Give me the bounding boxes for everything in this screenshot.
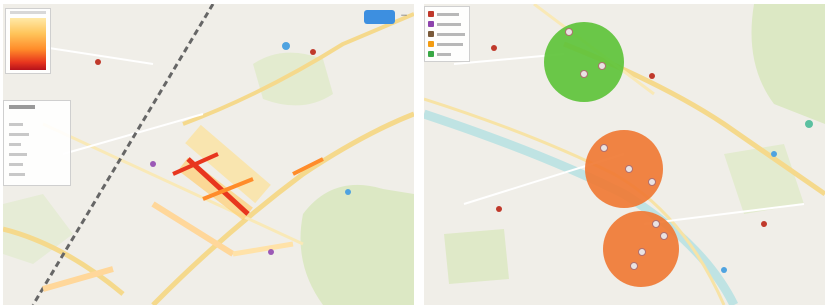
cluster-circle[interactable] (585, 130, 663, 208)
cluster-circle[interactable] (544, 22, 624, 102)
legend-swatch (428, 11, 434, 17)
heatmap-color-ramp (10, 18, 46, 70)
heatmap-panel[interactable]: − (3, 4, 414, 305)
layer-list-item[interactable] (9, 163, 23, 166)
legend-swatch (428, 31, 434, 37)
location-pin-icon[interactable] (660, 232, 668, 240)
poi-marker (761, 221, 767, 227)
heatmap-legend (5, 8, 51, 74)
layer-list-item[interactable] (9, 133, 29, 136)
location-pin-icon[interactable] (630, 262, 638, 270)
poi-marker (310, 49, 316, 55)
poi-marker (345, 189, 351, 195)
legend-label (437, 53, 451, 56)
location-pin-icon[interactable] (648, 178, 656, 186)
layer-list-header (9, 105, 35, 109)
legend-label (437, 43, 463, 46)
poi-marker (491, 45, 497, 51)
poi-marker (268, 249, 274, 255)
layer-list-item[interactable] (9, 123, 23, 126)
road (62, 113, 204, 155)
location-pin-icon[interactable] (565, 28, 573, 36)
poi-marker (282, 42, 290, 50)
legend-label (437, 13, 459, 16)
layer-list-item[interactable] (9, 143, 21, 146)
legend-swatch (428, 41, 434, 47)
legend-label (437, 33, 465, 36)
location-pin-icon[interactable] (625, 165, 633, 173)
road (643, 203, 805, 225)
park-area (300, 184, 414, 305)
poi-marker (649, 73, 655, 79)
cluster-map-canvas[interactable] (424, 4, 825, 305)
location-pin-icon[interactable] (580, 70, 588, 78)
legend-swatch (428, 51, 434, 57)
poi-marker (721, 267, 727, 273)
location-pin-icon[interactable] (600, 144, 608, 152)
poi-marker (95, 59, 101, 65)
zoom-out-icon[interactable]: − (398, 10, 410, 22)
poi-marker (771, 151, 777, 157)
legend-swatch (428, 21, 434, 27)
poi-marker (496, 206, 502, 212)
park-area (444, 229, 509, 284)
layer-list-item[interactable] (9, 173, 25, 176)
layer-list-item[interactable] (9, 153, 27, 156)
park-area (253, 52, 333, 106)
heatmap-legend-title (10, 11, 46, 14)
legend-label (437, 23, 461, 26)
park-area (751, 4, 825, 124)
location-pin-icon[interactable] (598, 62, 606, 70)
map-toggle-button[interactable] (364, 10, 395, 24)
layer-list-panel[interactable] (3, 100, 71, 186)
cluster-layer (544, 22, 679, 287)
category-legend (424, 6, 470, 62)
road (182, 12, 414, 126)
poi-marker (150, 161, 156, 167)
poi-marker (805, 120, 813, 128)
location-pin-icon[interactable] (652, 220, 660, 228)
location-pin-icon[interactable] (638, 248, 646, 256)
cluster-map-panel[interactable] (424, 4, 825, 305)
